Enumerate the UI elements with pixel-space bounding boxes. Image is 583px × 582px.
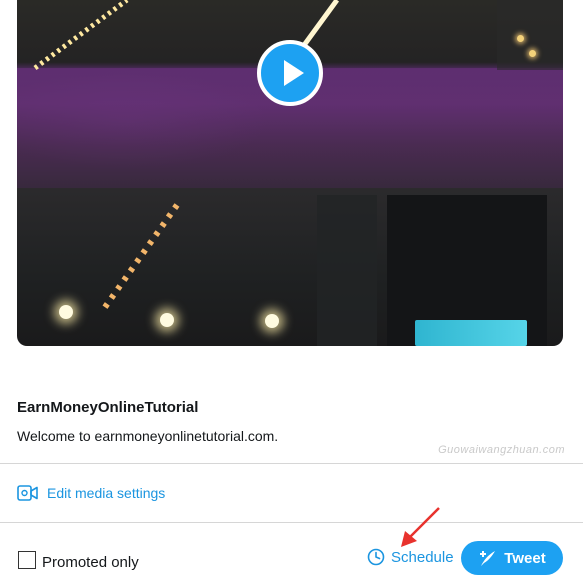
- video-light: [160, 313, 174, 327]
- tweet-label: Tweet: [504, 549, 546, 567]
- card-description: Welcome to earnmoneyonlinetutorial.com.: [17, 428, 279, 444]
- video-light: [59, 305, 73, 319]
- promoted-only-checkbox[interactable]: [18, 550, 36, 569]
- play-button[interactable]: [257, 40, 323, 106]
- tweet-button[interactable]: Tweet: [461, 541, 563, 575]
- play-icon: [284, 60, 304, 86]
- edit-media-settings-link[interactable]: Edit media settings: [17, 484, 165, 502]
- promoted-only-option[interactable]: Promoted only: [18, 548, 139, 571]
- annotation-arrow: [401, 507, 440, 547]
- schedule-button[interactable]: Schedule: [367, 548, 454, 566]
- feather-plus-icon: [480, 551, 496, 566]
- video-screen-glow: [415, 320, 527, 346]
- video-light: [517, 35, 524, 42]
- watermark: Guowaiwangzhuan.com: [438, 444, 565, 456]
- clock-icon: [367, 548, 385, 566]
- divider: [0, 463, 583, 464]
- video-light: [265, 314, 279, 328]
- video-preview[interactable]: [17, 0, 563, 346]
- video-light: [529, 50, 536, 57]
- promoted-only-label: Promoted only: [42, 554, 139, 571]
- video-camera-icon: [17, 485, 38, 501]
- divider: [0, 522, 583, 523]
- schedule-label: Schedule: [391, 548, 454, 566]
- card-title: EarnMoneyOnlineTutorial: [17, 399, 199, 416]
- edit-media-settings-label: Edit media settings: [47, 485, 166, 501]
